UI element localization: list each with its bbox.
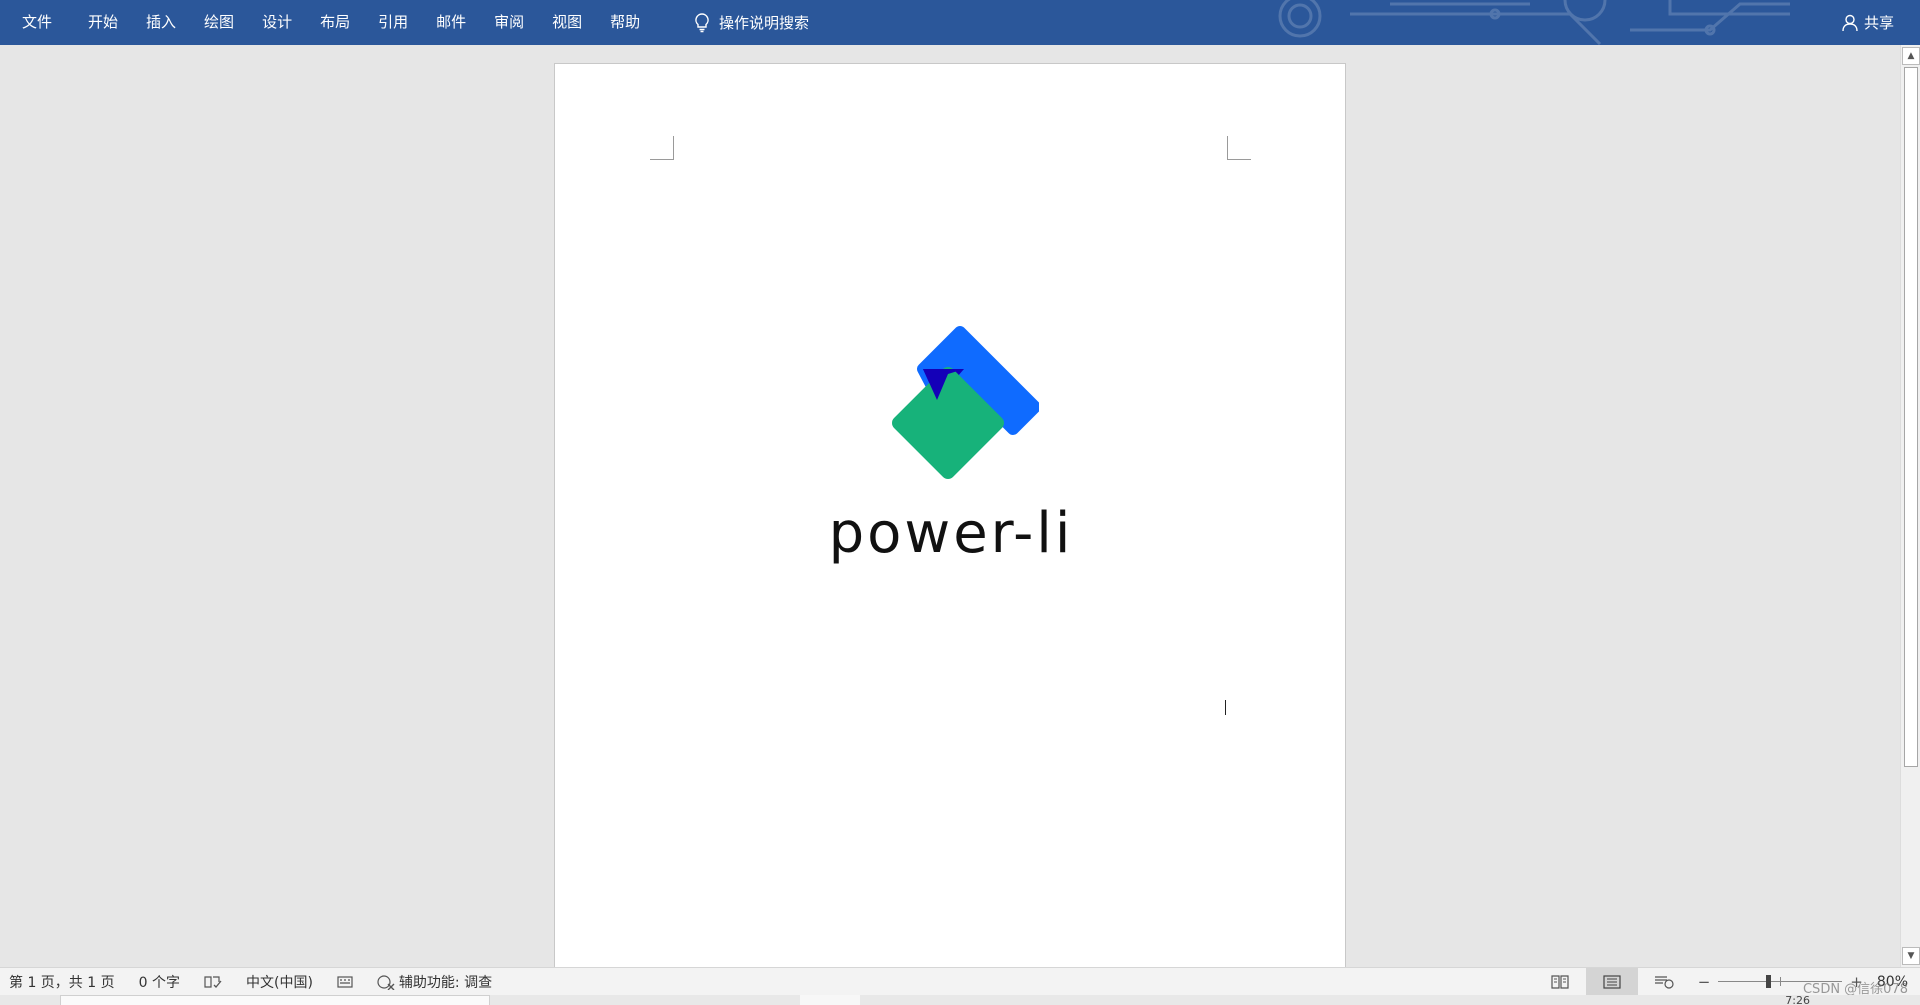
text-cursor [1225, 700, 1226, 715]
print-layout-icon [1603, 975, 1621, 989]
person-icon [1842, 14, 1858, 31]
word-count-indicator[interactable]: 0 个字 [127, 968, 192, 996]
zoom-out-button[interactable]: − [1690, 973, 1719, 991]
scroll-thumb[interactable] [1904, 67, 1918, 767]
tab-home[interactable]: 开始 [74, 0, 132, 45]
accessibility-checker[interactable]: 辅助功能: 调查 [365, 968, 504, 996]
margin-marker-top-left [650, 136, 674, 160]
document-canvas[interactable]: power-li [0, 45, 1900, 967]
circuit-decoration-icon [1278, 0, 1790, 45]
tab-view[interactable]: 视图 [538, 0, 596, 45]
tell-me-label: 操作说明搜索 [719, 14, 810, 32]
share-button[interactable]: 共享 [1842, 0, 1894, 45]
tell-me-search[interactable]: 操作说明搜索 [695, 0, 809, 45]
lightbulb-icon [695, 12, 709, 32]
keyboard-icon [337, 976, 353, 988]
ribbon-menubar: 文件 开始 插入 绘图 设计 布局 引用 邮件 审阅 视图 帮助 操作说明搜索 … [0, 0, 1920, 45]
page-number-indicator[interactable]: 第 1 页，共 1 页 [0, 968, 127, 996]
taskbar-clock: 7:26 [1785, 994, 1810, 1005]
status-bar: 第 1 页，共 1 页 0 个字 中文(中国) 辅助功能: 调查 − + 80% [0, 967, 1920, 996]
tab-layout[interactable]: 布局 [306, 0, 364, 45]
proofing-book-icon [204, 976, 222, 988]
accessibility-label: 辅助功能: 调查 [398, 975, 493, 991]
read-mode-icon [1551, 975, 1569, 989]
margin-marker-top-right [1227, 136, 1251, 160]
tab-design[interactable]: 设计 [248, 0, 306, 45]
menu-tabs: 文件 开始 插入 绘图 设计 布局 引用 邮件 审阅 视图 帮助 [0, 0, 654, 45]
tab-help[interactable]: 帮助 [596, 0, 654, 45]
tab-insert[interactable]: 插入 [132, 0, 190, 45]
web-layout-button[interactable] [1638, 968, 1690, 996]
power-li-logo-image[interactable] [864, 312, 1039, 487]
vertical-scrollbar[interactable]: ▲ ▼ [1900, 45, 1920, 967]
text-predictions-status[interactable] [325, 968, 365, 996]
share-label: 共享 [1863, 14, 1894, 32]
tab-draw[interactable]: 绘图 [190, 0, 248, 45]
web-layout-icon [1654, 976, 1674, 989]
tab-review[interactable]: 审阅 [480, 0, 538, 45]
scroll-down-button[interactable]: ▼ [1902, 947, 1920, 965]
taskbar-window-preview [60, 995, 490, 1005]
print-layout-button[interactable] [1585, 968, 1638, 996]
logo-wordmark: power-li [828, 501, 1074, 566]
zoom-slider-thumb[interactable] [1766, 975, 1772, 988]
scroll-up-button[interactable]: ▲ [1902, 47, 1920, 65]
read-mode-button[interactable] [1534, 968, 1586, 996]
tab-file[interactable]: 文件 [0, 0, 74, 45]
taskbar-edge: 7:26 [0, 995, 1920, 1005]
proofing-status[interactable] [192, 968, 234, 996]
taskbar-item[interactable] [800, 995, 860, 1005]
document-page[interactable]: power-li [554, 63, 1346, 967]
tab-mailings[interactable]: 邮件 [422, 0, 480, 45]
tab-references[interactable]: 引用 [364, 0, 422, 45]
accessibility-icon [377, 975, 395, 990]
zoom-slider-center-tick [1780, 977, 1782, 986]
language-indicator[interactable]: 中文(中国) [234, 968, 325, 996]
